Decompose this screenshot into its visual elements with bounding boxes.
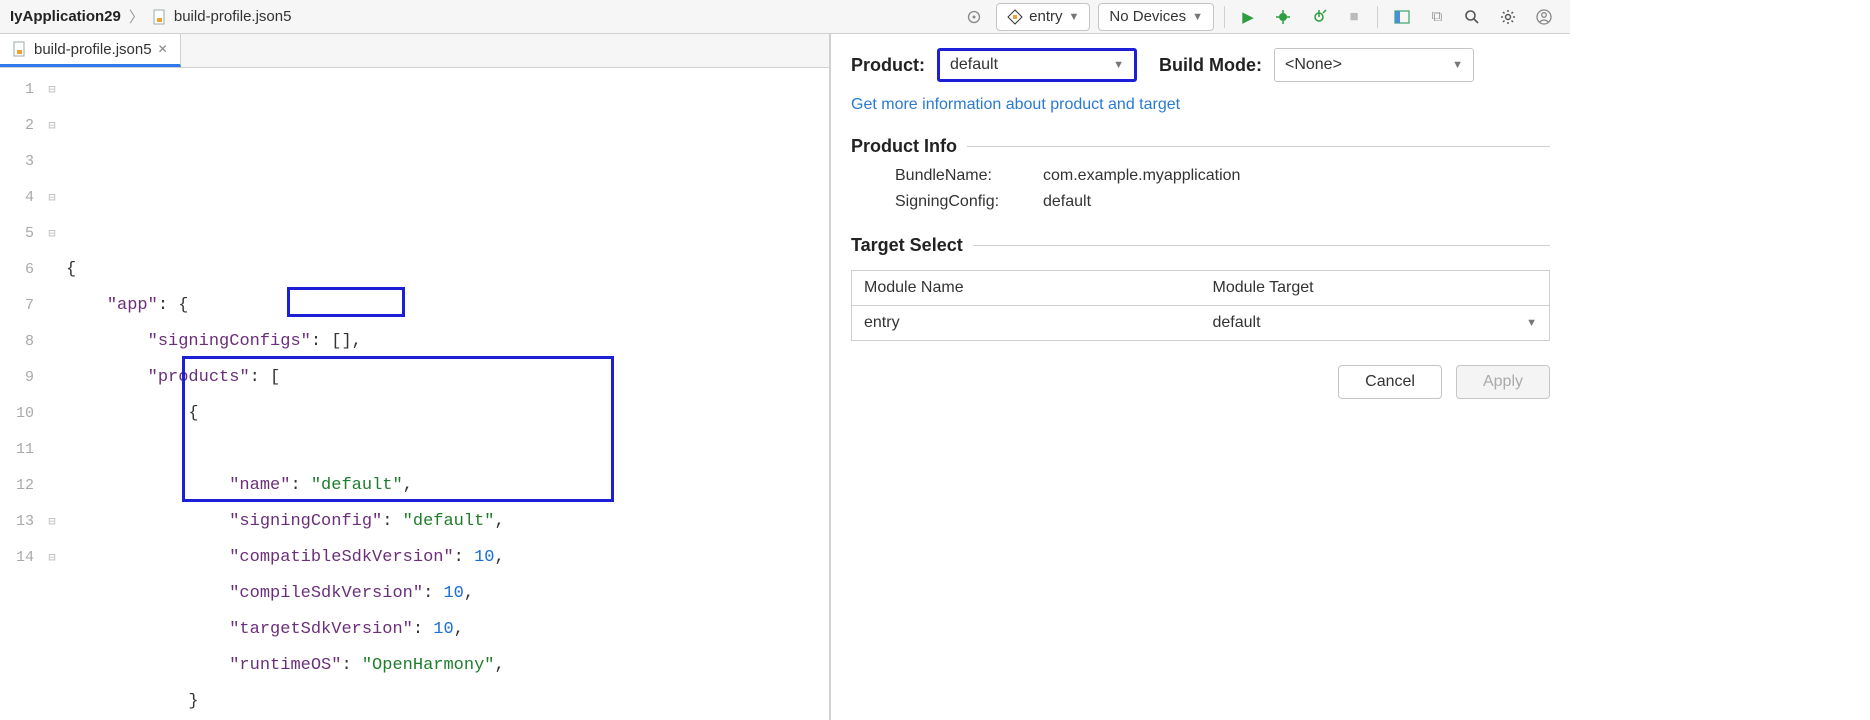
cell-module-target[interactable]: default ▼ bbox=[1201, 306, 1550, 340]
device-selector[interactable]: No Devices ▼ bbox=[1098, 3, 1214, 31]
table-row: entry default ▼ bbox=[852, 306, 1549, 340]
stop-button: ■ bbox=[1341, 4, 1367, 30]
target-table: Module Name Module Target entry default … bbox=[851, 270, 1550, 341]
product-value: default bbox=[950, 56, 998, 74]
run-config-selector[interactable]: entry ▼ bbox=[996, 3, 1090, 31]
breadcrumb-project[interactable]: IyApplication29 bbox=[6, 6, 125, 27]
breadcrumb-file-label: build-profile.json5 bbox=[174, 8, 292, 25]
module-icon bbox=[1007, 9, 1023, 25]
close-icon[interactable]: ✕ bbox=[158, 42, 168, 56]
col-module-target: Module Target bbox=[1201, 271, 1550, 305]
json-file-icon bbox=[152, 9, 168, 25]
editor-tab-active[interactable]: build-profile.json5 ✕ bbox=[0, 34, 181, 67]
line-gutter: 1234567891011121314 bbox=[0, 68, 42, 720]
chevron-down-icon: ▼ bbox=[1192, 11, 1203, 23]
apply-button: Apply bbox=[1456, 365, 1550, 399]
bundlename-label: BundleName: bbox=[895, 167, 1025, 185]
buildmode-selector[interactable]: <None> ▼ bbox=[1274, 48, 1474, 82]
update-icon[interactable]: ⧉ bbox=[1424, 4, 1450, 30]
fold-column[interactable]: ⊟⊟⊟⊟⊟⊟ bbox=[42, 68, 62, 720]
device-label: No Devices bbox=[1109, 8, 1186, 25]
signingconfig-label: SigningConfig: bbox=[895, 193, 1025, 211]
divider bbox=[973, 245, 1550, 246]
cell-module-target-value: default bbox=[1213, 314, 1261, 332]
chevron-down-icon: ▼ bbox=[1526, 317, 1537, 329]
sync-icon[interactable] bbox=[960, 4, 988, 30]
project-structure-icon[interactable] bbox=[1388, 4, 1416, 30]
search-icon[interactable] bbox=[1458, 4, 1486, 30]
profile-button[interactable] bbox=[1305, 4, 1333, 30]
buildmode-label: Build Mode: bbox=[1159, 55, 1262, 76]
product-panel: Product: default ▼ Build Mode: <None> ▼ … bbox=[830, 34, 1570, 720]
editor-pane: build-profile.json5 ✕ 123456789101112131… bbox=[0, 34, 830, 720]
cell-module-name: entry bbox=[852, 306, 1201, 340]
product-selector[interactable]: default ▼ bbox=[937, 48, 1137, 82]
toolbar-separator bbox=[1377, 6, 1378, 28]
col-module-name: Module Name bbox=[852, 271, 1201, 305]
settings-icon[interactable] bbox=[1494, 4, 1522, 30]
editor-tabs: build-profile.json5 ✕ bbox=[0, 34, 829, 68]
divider bbox=[967, 146, 1550, 147]
toolbar-separator bbox=[1224, 6, 1225, 28]
editor-tab-label: build-profile.json5 bbox=[34, 41, 152, 58]
run-config-label: entry bbox=[1029, 8, 1062, 25]
run-button[interactable]: ▶ bbox=[1235, 4, 1261, 30]
debug-button[interactable] bbox=[1269, 4, 1297, 30]
breadcrumb-file[interactable]: build-profile.json5 bbox=[148, 6, 296, 27]
source-text[interactable]: { "app": { "signingConfigs": [], "produc… bbox=[62, 68, 829, 720]
help-link[interactable]: Get more information about product and t… bbox=[851, 96, 1550, 114]
breadcrumb-bar: IyApplication29 〉 build-profile.json5 en… bbox=[0, 0, 1570, 34]
code-editor[interactable]: 1234567891011121314 ⊟⊟⊟⊟⊟⊟ { "app": { "s… bbox=[0, 68, 829, 720]
section-target-select: Target Select bbox=[851, 235, 963, 256]
chevron-down-icon: ▼ bbox=[1113, 59, 1124, 71]
chevron-down-icon: ▼ bbox=[1069, 11, 1080, 23]
json-file-icon bbox=[12, 41, 28, 57]
account-icon[interactable] bbox=[1530, 4, 1558, 30]
section-product-info: Product Info bbox=[851, 136, 957, 157]
breadcrumb-separator: 〉 bbox=[129, 6, 144, 27]
buildmode-value: <None> bbox=[1285, 56, 1342, 74]
signingconfig-value: default bbox=[1043, 193, 1091, 211]
chevron-down-icon: ▼ bbox=[1452, 59, 1463, 71]
main-toolbar: entry ▼ No Devices ▼ ▶ ■ ⧉ bbox=[960, 3, 1564, 31]
product-label: Product: bbox=[851, 55, 925, 76]
bundlename-value: com.example.myapplication bbox=[1043, 167, 1240, 185]
cancel-button[interactable]: Cancel bbox=[1338, 365, 1442, 399]
